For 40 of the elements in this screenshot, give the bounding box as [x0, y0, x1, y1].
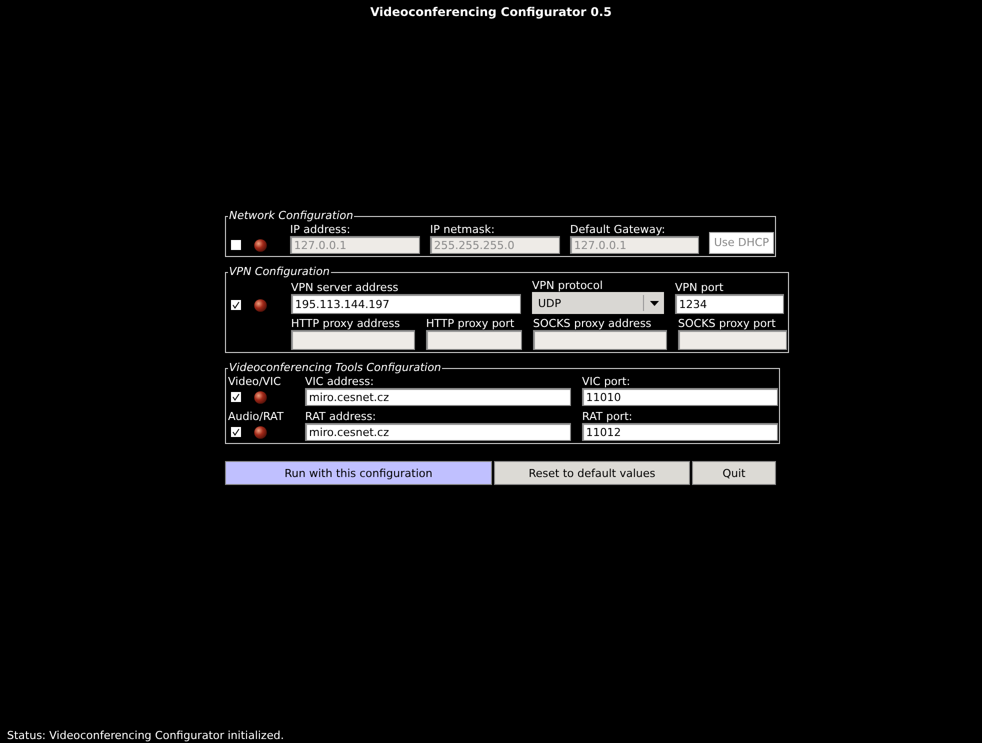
field-label: VPN port — [675, 281, 724, 294]
checkbox[interactable] — [231, 240, 241, 250]
checkbox[interactable] — [231, 300, 241, 310]
field-label: VPN protocol — [532, 279, 604, 292]
action-button[interactable]: Quit — [692, 461, 776, 485]
led-icon — [254, 426, 267, 438]
field-label: VIC port: — [582, 375, 632, 388]
led-icon — [254, 390, 267, 404]
window-title: Videoconferencing Configurator 0.5 — [370, 5, 612, 19]
section-legend: Videoconferencing Tools Configuration — [228, 361, 442, 375]
field-label: RAT port: — [582, 410, 634, 423]
field-label: SOCKS proxy port — [678, 317, 777, 330]
caret-icon — [650, 300, 658, 306]
input-field[interactable]: 11010 — [582, 388, 778, 406]
protocol-dropdown[interactable]: UDP — [532, 292, 664, 314]
checkbox[interactable] — [231, 392, 241, 402]
section-legend: Network Configuration — [228, 209, 354, 223]
field-label: RAT address: — [305, 410, 378, 423]
field-label: HTTP proxy address — [291, 317, 402, 330]
tool-label: Video/VIC — [228, 375, 282, 388]
led-icon — [254, 238, 267, 252]
action-button[interactable]: Run with this configuration — [225, 461, 492, 485]
field-label: HTTP proxy port — [426, 317, 516, 330]
input-field[interactable]: 11012 — [582, 423, 778, 441]
input-field[interactable]: 195.113.144.197 — [291, 294, 521, 314]
field-label: IP address: — [290, 223, 352, 236]
field-label: Default Gateway: — [570, 223, 666, 236]
input-field[interactable]: 1234 — [675, 294, 784, 314]
field-label: SOCKS proxy address — [533, 317, 652, 330]
field-label: VPN server address — [291, 281, 400, 294]
checkbox[interactable] — [231, 427, 241, 437]
input-field[interactable]: miro.cesnet.cz — [305, 423, 571, 441]
field-label: VIC address: — [305, 375, 375, 388]
status-text: Status: Videoconferencing Configurator initialized. — [6, 729, 285, 743]
section-legend: VPN Configuration — [228, 265, 331, 279]
tool-label: Audio/RAT — [228, 410, 285, 423]
action-button[interactable]: Reset to default values — [494, 461, 690, 485]
field-label: IP netmask: — [430, 223, 496, 236]
led-icon — [254, 298, 267, 312]
input-field[interactable]: miro.cesnet.cz — [305, 388, 571, 406]
